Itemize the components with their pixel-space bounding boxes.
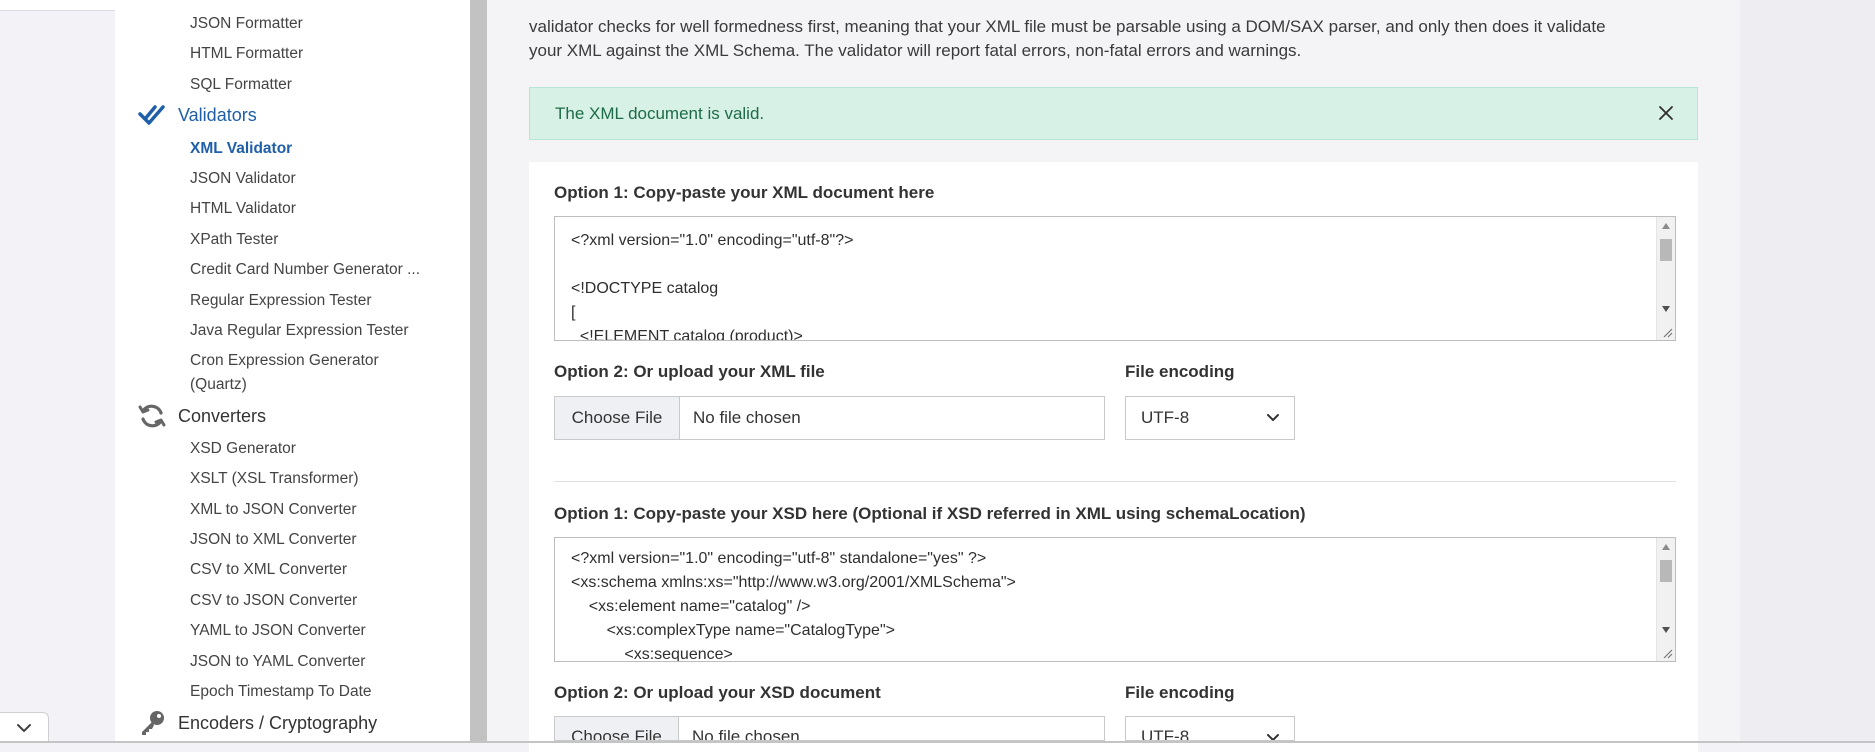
sidebar-section-converters[interactable]: Converters xyxy=(138,400,266,432)
sidebar-item-csv-to-xml[interactable]: CSV to XML Converter xyxy=(190,558,347,581)
xsd-upload-label: Option 2: Or upload your XSD document xyxy=(554,683,881,702)
xsd-input-scrollbar[interactable] xyxy=(1656,538,1675,661)
intro-text: validator checks for well formedness fir… xyxy=(529,15,1699,63)
collapse-toggle[interactable] xyxy=(0,712,49,743)
sidebar-scrollbar[interactable] xyxy=(470,0,487,741)
xsd-file-input[interactable]: Choose File No file chosen xyxy=(554,716,1105,741)
sidebar-item-json-to-yaml[interactable]: JSON to YAML Converter xyxy=(190,650,365,673)
choose-file-button[interactable]: Choose File xyxy=(555,397,680,439)
sidebar-item-regex-tester[interactable]: Regular Expression Tester xyxy=(190,289,372,312)
scroll-thumb[interactable] xyxy=(1660,560,1672,582)
sidebar-item-credit-card-generator[interactable]: Credit Card Number Generator ... xyxy=(190,258,420,281)
sidebar-item-xpath-tester[interactable]: XPath Tester xyxy=(190,228,278,251)
double-check-icon xyxy=(138,101,166,129)
sidebar-item-sql-formatter[interactable]: SQL Formatter xyxy=(190,73,292,96)
xsd-encoding-select[interactable]: UTF-8 xyxy=(1125,716,1295,741)
xml-encoding-label: File encoding xyxy=(1125,362,1235,381)
sidebar-item-java-regex-tester[interactable]: Java Regular Expression Tester xyxy=(190,319,409,342)
xml-input[interactable]: <?xml version="1.0" encoding="utf-8"?> <… xyxy=(554,216,1676,341)
key-icon xyxy=(138,709,166,737)
sidebar-section-encoders[interactable]: Encoders / Cryptography xyxy=(138,707,377,739)
scroll-thumb[interactable] xyxy=(1660,239,1672,261)
sidebar-item-json-to-xml[interactable]: JSON to XML Converter xyxy=(190,528,357,551)
chevron-down-icon xyxy=(1267,734,1279,740)
sidebar-item-epoch-to-date[interactable]: Epoch Timestamp To Date xyxy=(190,680,372,703)
chevron-down-icon xyxy=(17,724,31,732)
xsd-code: <?xml version="1.0" encoding="utf-8" sta… xyxy=(571,550,1016,662)
sidebar-item-yaml-to-json[interactable]: YAML to JSON Converter xyxy=(190,619,366,642)
sidebar-item-csv-to-json[interactable]: CSV to JSON Converter xyxy=(190,589,357,612)
scroll-up-icon[interactable] xyxy=(1662,223,1670,229)
sidebar-item-xml-validator[interactable]: XML Validator xyxy=(190,137,292,160)
encoding-value: UTF-8 xyxy=(1141,727,1190,741)
sidebar-section-label: Converters xyxy=(178,405,267,426)
xsd-paste-label: Option 1: Copy-paste your XSD here (Opti… xyxy=(554,504,1306,523)
xml-file-input[interactable]: Choose File No file chosen xyxy=(554,396,1105,440)
close-icon[interactable] xyxy=(1656,103,1676,123)
sidebar-item-xsd-generator[interactable]: XSD Generator xyxy=(190,437,296,460)
right-margin xyxy=(1740,0,1875,741)
xml-encoding-select[interactable]: UTF-8 xyxy=(1125,396,1295,440)
sidebar-section-validators[interactable]: Validators xyxy=(138,99,257,131)
file-status: No file chosen xyxy=(693,408,801,427)
sidebar-item-xml-to-json[interactable]: XML to JSON Converter xyxy=(190,498,357,521)
xml-input-scrollbar[interactable] xyxy=(1656,217,1675,340)
xsd-encoding-label: File encoding xyxy=(1125,683,1235,702)
sidebar-item-json-formatter[interactable]: JSON Formatter xyxy=(190,12,303,35)
sidebar-section-label: Validators xyxy=(178,104,257,125)
refresh-icon xyxy=(138,402,166,430)
sidebar-item-json-validator[interactable]: JSON Validator xyxy=(190,167,296,190)
resize-handle-icon[interactable] xyxy=(1661,326,1673,338)
intro-line: your XML against the XML Schema. The val… xyxy=(529,41,1302,60)
sidebar-item-xslt-transformer[interactable]: XSLT (XSL Transformer) xyxy=(190,467,359,490)
scroll-up-icon[interactable] xyxy=(1662,544,1670,550)
section-divider xyxy=(554,481,1676,482)
file-status: No file chosen xyxy=(692,727,800,741)
encoding-value: UTF-8 xyxy=(1141,408,1190,427)
xml-code: <?xml version="1.0" encoding="utf-8"?> <… xyxy=(571,232,854,341)
alert-message: The XML document is valid. xyxy=(555,103,765,123)
xml-upload-label: Option 2: Or upload your XML file xyxy=(554,362,825,381)
xsd-input[interactable]: <?xml version="1.0" encoding="utf-8" sta… xyxy=(554,537,1676,662)
sidebar-item-html-validator[interactable]: HTML Validator xyxy=(190,197,296,220)
intro-line: validator checks for well formedness fir… xyxy=(529,17,1606,36)
resize-handle-icon[interactable] xyxy=(1661,647,1673,659)
chevron-down-icon xyxy=(1267,414,1279,421)
xml-paste-label: Option 1: Copy-paste your XML document h… xyxy=(554,183,935,202)
success-alert: The XML document is valid. xyxy=(529,87,1698,140)
sidebar-section-label: Encoders / Cryptography xyxy=(178,712,378,733)
sidebar-item-html-formatter[interactable]: HTML Formatter xyxy=(190,42,303,65)
sidebar-item-cron-generator-suffix[interactable]: (Quartz) xyxy=(190,373,247,396)
scroll-down-icon[interactable] xyxy=(1662,627,1670,633)
choose-file-button[interactable]: Choose File xyxy=(555,717,679,740)
scroll-down-icon[interactable] xyxy=(1662,306,1670,312)
sidebar-item-cron-generator[interactable]: Cron Expression Generator xyxy=(190,349,379,372)
